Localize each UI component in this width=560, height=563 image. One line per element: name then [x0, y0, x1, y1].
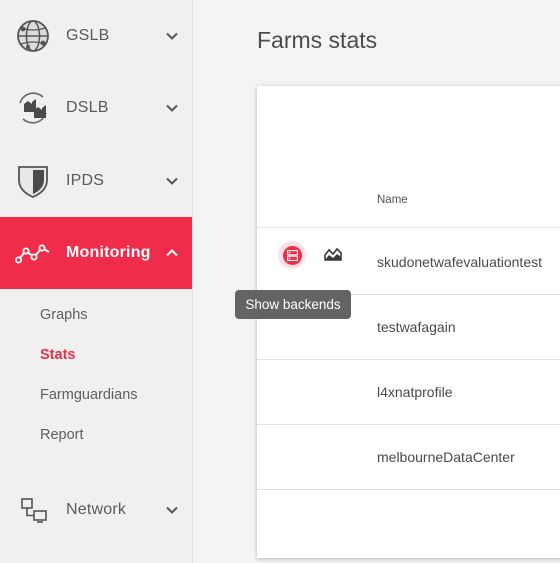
sidebar-subitem-report[interactable]: Report [40, 427, 84, 443]
chevron-down-icon [163, 99, 181, 117]
column-header-name[interactable]: Name [377, 194, 408, 206]
monitoring-icon [15, 235, 51, 271]
table-row: skudonetwafevaluationtest [257, 230, 560, 295]
main-content: Farms stats Name skudonetwafevaluationte… [193, 0, 560, 563]
sidebar-item-dslb[interactable]: DSLB [0, 72, 192, 144]
server-icon [282, 245, 302, 265]
farm-name: testwafagain [377, 319, 456, 335]
farm-name: melbourneDataCenter [377, 449, 515, 465]
farms-table-card: Name skudonetwafevaluationtest testwafag… [257, 86, 560, 558]
table-row: l4xnatprofile [257, 360, 560, 425]
table-row: melbourneDataCenter [257, 425, 560, 490]
datacenter-icon [15, 90, 51, 126]
chevron-down-icon [163, 501, 181, 519]
sidebar-item-label: IPDS [66, 172, 105, 189]
page-title: Farms stats [257, 27, 378, 53]
network-icon [15, 492, 51, 528]
sidebar-item-ipds[interactable]: IPDS [0, 145, 192, 217]
farm-name: skudonetwafevaluationtest [377, 254, 542, 270]
sidebar-item-gslb[interactable]: GSLB [0, 0, 192, 72]
sidebar-item-label: GSLB [66, 27, 110, 44]
sidebar-item-monitoring[interactable]: Monitoring [0, 217, 192, 289]
farm-name: l4xnatprofile [377, 384, 453, 400]
shield-icon [15, 163, 51, 199]
sidebar-subitem-graphs[interactable]: Graphs [40, 307, 88, 323]
show-backends-tooltip: Show backends [235, 290, 351, 319]
globe-icon [15, 18, 51, 54]
sidebar-item-label: Network [66, 501, 127, 518]
chevron-up-icon [163, 244, 181, 262]
sidebar-item-label: Monitoring [66, 244, 151, 261]
show-backends-button[interactable] [278, 241, 306, 269]
sidebar-item-network[interactable]: Network [0, 474, 192, 546]
sidebar-subitem-stats[interactable]: Stats [40, 347, 75, 363]
sidebar-subitem-farmguardians[interactable]: Farmguardians [40, 387, 138, 403]
sidebar-item-label: DSLB [66, 99, 109, 116]
sidebar: GSLB DSLB IPDS Monitoring Graphs Stats F… [0, 0, 193, 563]
chevron-down-icon [163, 172, 181, 190]
area-chart-icon[interactable] [324, 247, 342, 263]
chevron-down-icon [163, 27, 181, 45]
header-divider [257, 227, 560, 228]
